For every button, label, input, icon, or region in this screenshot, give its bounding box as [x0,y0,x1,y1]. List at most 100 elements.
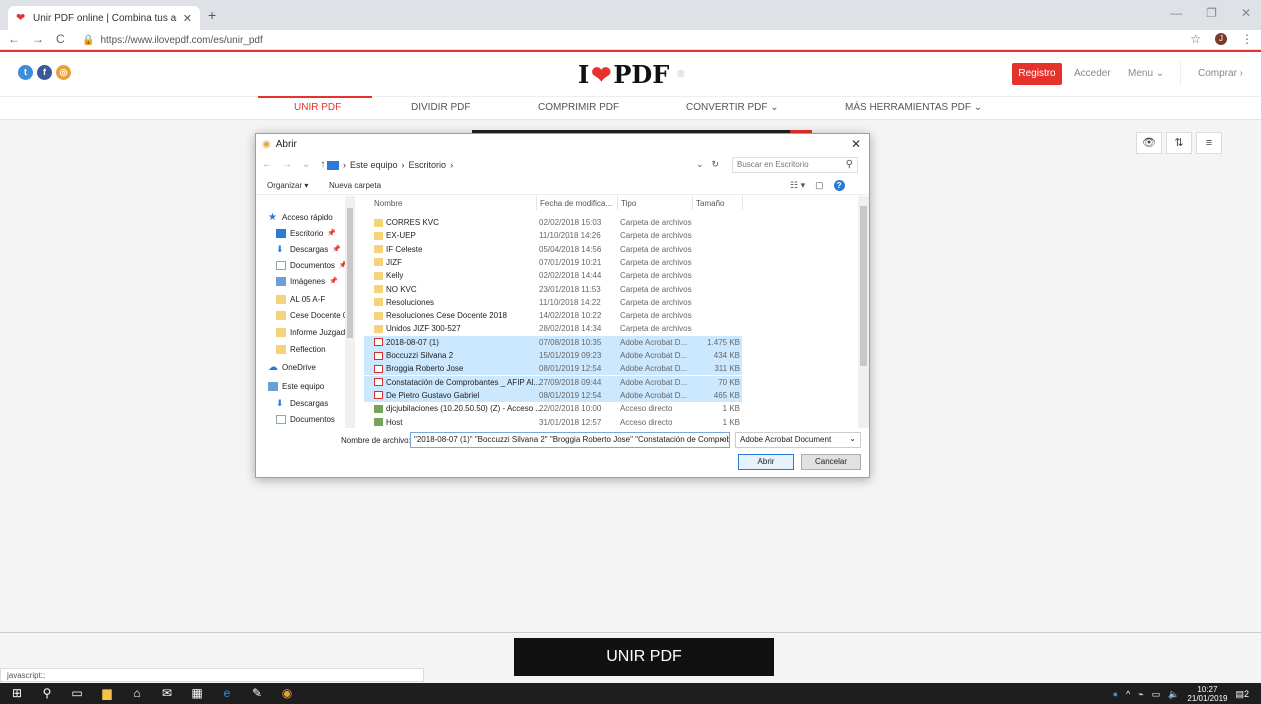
nav-pane-item[interactable]: Documentos 📌 [256,258,348,272]
nav-pane-item[interactable]: Reflection [256,342,344,356]
preview-pane-icon[interactable]: ▢ [815,180,824,191]
chevron-down-icon[interactable]: ⌄ [302,159,310,170]
nav-pane-item[interactable]: ★ Acceso rápido [256,210,344,224]
reload-icon[interactable]: C [56,32,65,46]
file-row[interactable]: Boccuzzi Silvana 2 15/01/2019 09:23 Adobe … [364,349,742,362]
file-row[interactable]: Host 31/01/2018 12:57 Acceso directo 1 KB [364,416,742,429]
view-options-icon[interactable]: ☷ ▾ [790,180,805,191]
file-row[interactable]: Resoluciones 11/10/2018 14:22 Carpeta de a… [364,296,742,309]
profile-avatar[interactable]: J [1215,33,1227,45]
nav-unir-pdf[interactable]: UNIR PDF [294,102,341,113]
calculator-icon[interactable]: ▦ [190,686,204,700]
edge-icon[interactable]: e [220,686,234,700]
ilovepdf-logo[interactable]: I ❤ PDF ® [578,60,685,89]
file-row[interactable]: Unidos JIZF 300-527 28/02/2018 14:34 Carpe… [364,322,742,335]
file-list-scrollbar[interactable] [858,196,869,428]
nav-pane-item[interactable]: Documentos [256,412,344,426]
breadcrumb-escritorio[interactable]: Escritorio [409,160,447,170]
nav-pane-item[interactable]: Imágenes 📌 [256,274,344,288]
battery-icon[interactable]: ▭ [1152,689,1161,700]
chevron-up-icon[interactable]: ^ [1126,689,1130,699]
eye-icon[interactable]: 👁 [1136,132,1162,154]
chrome-icon[interactable]: ◎ [56,65,71,80]
open-button[interactable]: Abrir [738,454,794,470]
organize-button[interactable]: Organizar ▾ [267,181,308,190]
task-view-icon[interactable]: ▭ [70,686,84,700]
new-folder-button[interactable]: Nueva carpeta [329,181,381,190]
volume-icon[interactable]: 🔈 [1168,689,1179,700]
close-window-icon[interactable]: ✕ [1241,6,1251,20]
nav-pane-item[interactable]: ☁ OneDrive [256,360,344,374]
chevron-down-icon[interactable]: ⌄ [719,434,726,443]
nav-pane-item[interactable]: Cese Docente 03 [256,308,352,322]
nav-pane-item[interactable]: ⬇ Descargas [256,396,344,410]
search-icon[interactable]: ⚲ [40,686,54,700]
facebook-icon[interactable]: f [37,65,52,80]
back-icon[interactable]: ← [8,32,20,46]
filename-input[interactable]: "2018-08-07 (1)" "Boccuzzi Silvana 2" "B… [410,432,730,448]
new-tab-button[interactable]: + [208,7,216,23]
nav-dividir-pdf[interactable]: DIVIDIR PDF [411,102,470,113]
mail-icon[interactable]: ✉ [160,686,174,700]
maximize-icon[interactable]: ❐ [1206,6,1217,20]
url-field[interactable]: 🔒 https://www.ilovepdf.com/es/unir_pdf [82,32,1202,48]
system-clock[interactable]: 10:27 21/01/2019 [1187,685,1227,703]
file-row[interactable]: 2018-08-07 (1) 07/08/2018 10:35 Adobe Acro… [364,335,742,349]
tab-close-icon[interactable]: ✕ [183,12,192,25]
list-view-icon[interactable]: ≡ [1196,132,1222,154]
search-input[interactable]: Buscar en Escritorio ⚲ [732,157,858,173]
minimize-icon[interactable]: — [1170,6,1182,20]
dialog-close-icon[interactable]: ✕ [851,137,861,151]
column-header-type[interactable]: Tipo [621,199,636,208]
column-header-name[interactable]: Nombre [374,199,402,208]
navigation-scrollbar[interactable] [345,196,355,428]
file-row[interactable]: NO KVC 23/01/2018 11:53 Carpeta de archivo… [364,283,742,296]
back-icon[interactable]: ← [262,159,272,170]
chrome-taskbar-icon[interactable]: ◉ [280,686,294,700]
file-row[interactable]: JIZF 07/01/2019 10:21 Carpeta de archivos [364,256,742,269]
breadcrumb[interactable]: › Este equipo › Escritorio › [324,157,714,173]
chevron-down-icon[interactable]: ⌄ [696,159,704,170]
store-icon[interactable]: ⌂ [130,686,144,700]
pen-icon[interactable]: ✎ [250,686,264,700]
nav-pane-item[interactable]: Este equipo [256,379,344,393]
unir-pdf-button[interactable]: UNIR PDF [514,638,774,676]
network-icon[interactable]: ⌁ [1138,689,1143,700]
file-row[interactable]: Kelly 02/02/2018 14:44 Carpeta de archivos [364,269,742,282]
forward-icon[interactable]: → [282,159,292,170]
notifications-icon[interactable]: ▤2 [1235,689,1249,700]
file-row[interactable]: CORRES KVC 02/02/2018 15:03 Carpeta de arc… [364,216,742,229]
column-header-date[interactable]: Fecha de modifica... [540,199,612,208]
twitter-icon[interactable]: t [18,65,33,80]
registro-button[interactable]: Registro [1012,63,1062,85]
file-row[interactable]: Resoluciones Cese Docente 2018 14/02/2018… [364,309,742,322]
bookmark-star-icon[interactable]: ☆ [1190,32,1201,46]
help-tray-icon[interactable]: ● [1113,689,1118,699]
file-row[interactable]: Constatación de Comprobantes _ AFIP Al..… [364,375,742,389]
nav-mas-herramientas[interactable]: MÁS HERRAMIENTAS PDF ⌄ [845,102,982,113]
windows-start-icon[interactable]: ⊞ [10,686,24,700]
nav-pane-item[interactable]: ⬇ Descargas 📌 [256,242,344,256]
nav-pane-item[interactable]: Escritorio 📌 [256,226,344,240]
file-row[interactable]: EX-UEP 11/10/2018 14:26 Carpeta de archivo… [364,229,742,242]
kebab-menu-icon[interactable]: ⋮ [1241,32,1253,46]
nav-comprimir-pdf[interactable]: COMPRIMIR PDF [538,102,619,113]
browser-tab[interactable]: ❤ Unir PDF online | Combina tus ar ✕ [8,6,200,30]
forward-icon[interactable]: → [32,32,44,46]
file-type-select[interactable]: Adobe Acrobat Document ⌄ [735,432,861,448]
cancel-button[interactable]: Cancelar [801,454,861,470]
help-icon[interactable]: ? [833,180,845,191]
file-row[interactable]: djcjubilaciones (10.20.50.50) (Z) - Acce… [364,402,742,415]
file-row[interactable]: De Pietro Gustavo Gabriel 08/01/2019 12:5… [364,388,742,402]
nav-pane-item[interactable]: Informe Juzgado [256,325,350,339]
nav-pane-item[interactable]: AL 05 A-F [256,292,344,306]
file-row[interactable]: Broggia Roberto Jose 08/01/2019 12:54 Adob… [364,362,742,376]
breadcrumb-este-equipo[interactable]: Este equipo [350,160,398,170]
nav-convertir-pdf[interactable]: CONVERTIR PDF ⌄ [686,102,779,113]
sort-icon[interactable]: ⇅ [1166,132,1192,154]
file-row[interactable]: IF Celeste 05/04/2018 14:56 Carpeta de arc… [364,243,742,256]
menu-dropdown[interactable]: Menu ⌄ [1128,68,1164,79]
comprar-link[interactable]: Comprar › [1198,68,1243,79]
column-header-size[interactable]: Tamaño [696,199,724,208]
acceder-link[interactable]: Acceder [1074,68,1111,79]
